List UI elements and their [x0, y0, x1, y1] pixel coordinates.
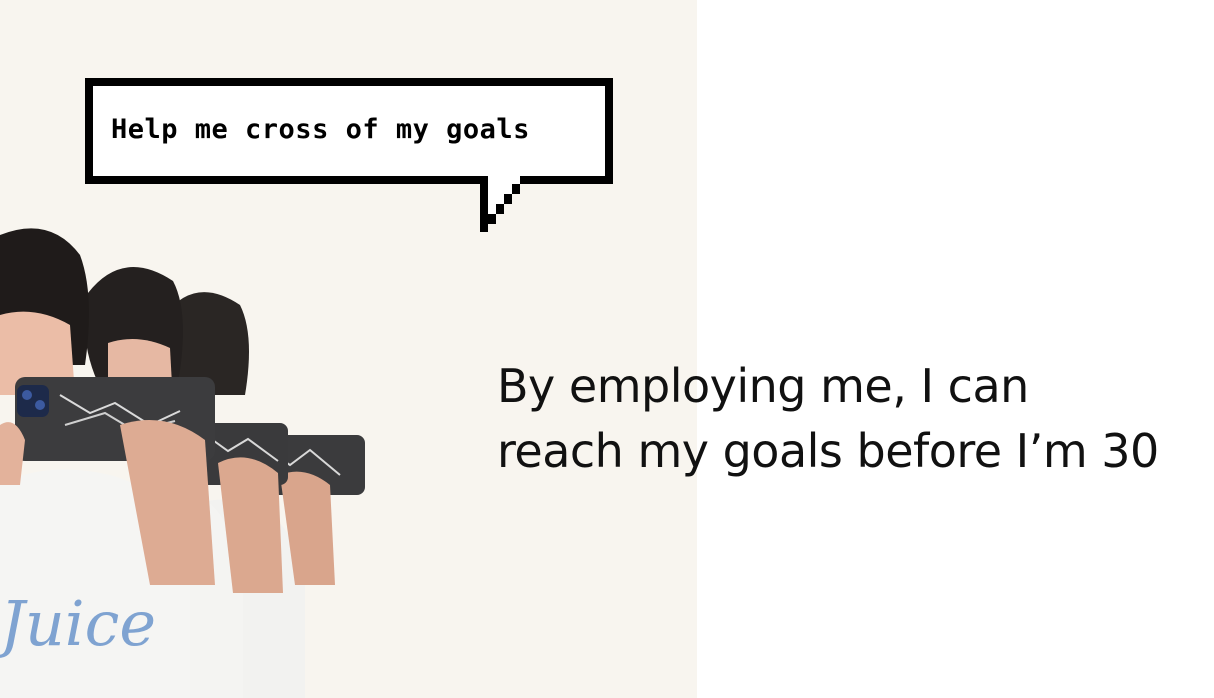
shirt-print-text: Juice	[0, 587, 156, 660]
speech-bubble-tail	[480, 176, 528, 232]
slide: Help me cross of my goals Juice By emplo…	[0, 0, 1214, 698]
speech-bubble-text: Help me cross of my goals	[111, 114, 530, 145]
person-photo-collage: Juice	[0, 228, 365, 698]
headline-line-1: By employing me, I can	[497, 359, 1029, 413]
headline-line-2: reach my goals before I’m 30	[497, 424, 1159, 478]
headline: By employing me, I can reach my goals be…	[497, 354, 1159, 484]
speech-bubble: Help me cross of my goals	[85, 78, 613, 184]
